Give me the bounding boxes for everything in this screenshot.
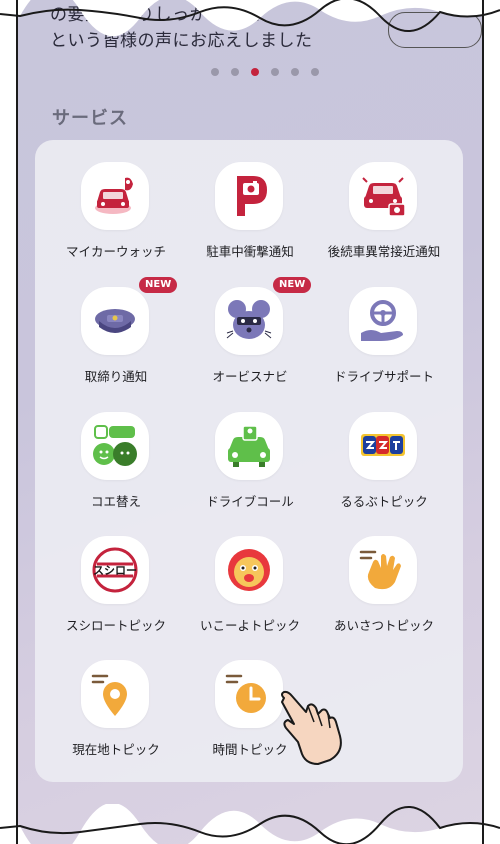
- carousel-dot[interactable]: [271, 68, 279, 76]
- service-sushiro[interactable]: スシロー スシロートピック: [49, 514, 183, 633]
- frame-edge-right: [482, 0, 484, 844]
- sushiro-logo-icon: スシロー: [81, 536, 149, 604]
- ikoyo-face-icon: [215, 536, 283, 604]
- service-koe-kae[interactable]: コエ替え: [49, 390, 183, 509]
- service-drive-support[interactable]: ドライブサポート: [317, 265, 451, 384]
- service-label: 駐車中衝撃通知: [206, 244, 294, 259]
- new-badge: NEW: [273, 277, 312, 293]
- service-label: ドライブサポート: [333, 369, 434, 384]
- service-rear-approach[interactable]: 後続車異常接近通知: [317, 140, 451, 259]
- service-current-location[interactable]: 現在地トピック: [49, 638, 183, 757]
- torn-edge-top: [0, 0, 500, 36]
- waving-hand-icon: [349, 536, 417, 604]
- car-alert-icon: [81, 162, 149, 230]
- service-label: 現在地トピック: [72, 742, 160, 757]
- new-badge: NEW: [139, 277, 178, 293]
- police-cap-icon: [81, 287, 149, 355]
- service-aisatsu[interactable]: あいさつトピック: [317, 514, 451, 633]
- service-mycar-watch[interactable]: マイカーウォッチ: [49, 140, 183, 259]
- car-call-icon: [215, 412, 283, 480]
- carousel-dot-active[interactable]: [251, 68, 259, 76]
- frame-edge-left: [16, 0, 18, 844]
- service-label: 後続車異常接近通知: [327, 244, 441, 259]
- pointing-hand-icon: [272, 688, 352, 768]
- svg-text:スシロー: スシロー: [93, 564, 137, 577]
- rurubu-logo-icon: [349, 412, 417, 480]
- service-label: スシロートピック: [65, 618, 166, 633]
- steering-hand-icon: [349, 287, 417, 355]
- torn-edge-bottom: [0, 804, 500, 844]
- service-orbis-navi[interactable]: NEW オービスナビ: [183, 265, 317, 384]
- service-rurubu[interactable]: るるぶトピック: [317, 390, 451, 509]
- carousel-dot[interactable]: [211, 68, 219, 76]
- service-label: ドライブコール: [206, 494, 294, 509]
- service-label: コエ替え: [90, 494, 141, 509]
- service-enforcement[interactable]: NEW 取締り通知: [49, 265, 183, 384]
- service-label: マイカーウォッチ: [65, 244, 166, 259]
- section-title: サービス: [52, 108, 128, 129]
- location-pin-icon: [81, 660, 149, 728]
- parking-camera-icon: [215, 162, 283, 230]
- service-label: あいさつトピック: [333, 618, 434, 633]
- service-label: 取締り通知: [84, 369, 148, 384]
- services-card: マイカーウォッチ 駐車中衝撃通知 後続車異常接近通知 NEW 取締り通知 NEW…: [35, 140, 463, 782]
- service-label: オービスナビ: [212, 369, 288, 384]
- mouse-mascot-icon: [215, 287, 283, 355]
- rear-car-camera-icon: [349, 162, 417, 230]
- carousel-dot[interactable]: [231, 68, 239, 76]
- service-label: るるぶトピック: [340, 494, 428, 509]
- voice-change-icon: [81, 412, 149, 480]
- service-drive-call[interactable]: ドライブコール: [183, 390, 317, 509]
- carousel-dots[interactable]: [211, 68, 319, 76]
- carousel-dot[interactable]: [291, 68, 299, 76]
- service-parking-impact[interactable]: 駐車中衝撃通知: [183, 140, 317, 259]
- service-ikoyo[interactable]: いこーよトピック: [183, 514, 317, 633]
- carousel-dot[interactable]: [311, 68, 319, 76]
- service-label: いこーよトピック: [199, 618, 300, 633]
